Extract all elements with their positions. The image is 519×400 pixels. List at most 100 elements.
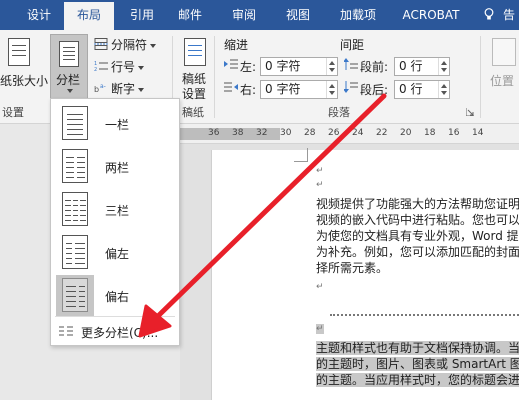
line-numbers-icon: 12 bbox=[94, 61, 108, 72]
indent-right-value: 0 字符 bbox=[265, 82, 301, 96]
ruler-number: 30 bbox=[280, 128, 292, 138]
selected-paragraph[interactable]: 主题和样式也有助于文档保持协调。当 的主题时，图片、图表或 SmartArt 图… bbox=[316, 340, 519, 388]
breaks-label: 分隔符 bbox=[111, 38, 148, 52]
tab-acrobat[interactable]: ACROBAT bbox=[396, 0, 466, 30]
hyphenation-button[interactable]: 断字 bbox=[111, 80, 145, 97]
spacing-header: 间距 bbox=[340, 38, 365, 52]
paper-size-icon bbox=[8, 38, 30, 66]
horizontal-ruler[interactable]: 36 38 32 30 28 26 24 22 20 18 16 14 bbox=[180, 124, 519, 144]
right-column-icon bbox=[62, 278, 88, 312]
tab-layout[interactable]: 布局 bbox=[64, 2, 114, 30]
indent-header: 缩进 bbox=[224, 38, 249, 52]
columns-dropdown-arrow bbox=[67, 89, 73, 93]
indent-right-icon bbox=[224, 82, 238, 92]
paper-size-label: 纸张大小 bbox=[0, 74, 49, 88]
columns-menu: 一栏 两栏 三栏 偏左 偏右 更多分栏(C)... bbox=[50, 98, 180, 346]
text-line: 择所需元素。 bbox=[316, 261, 389, 275]
menu-item-three-columns[interactable]: 三栏 bbox=[51, 189, 179, 230]
ruler-number: 32 bbox=[256, 128, 268, 138]
spacing-after-value: 0 行 bbox=[399, 82, 423, 96]
paragraph-mark: ↵ bbox=[316, 180, 324, 190]
spacing-before-spinner[interactable] bbox=[438, 58, 449, 75]
text-line: 视频的嵌入代码中进行粘贴。您也可以 bbox=[316, 213, 519, 227]
indent-left-input[interactable]: 0 字符 bbox=[260, 57, 338, 76]
ruler-number: 18 bbox=[424, 128, 436, 138]
document-paragraph[interactable]: 视频提供了功能强大的方法帮助您证明 视频的嵌入代码中进行粘贴。您也可以 为使您的… bbox=[316, 196, 519, 276]
tab-addins[interactable]: 加载项 bbox=[330, 0, 386, 30]
text-line: 为补充。例如，您可以添加匹配的封面 bbox=[316, 245, 519, 259]
draft-group-label: 稿纸 bbox=[182, 106, 204, 119]
margin-corner-mark bbox=[294, 148, 308, 162]
text-line: 为使您的文档具有专业外观，Word 提 bbox=[316, 229, 519, 243]
paragraph-mark: ↵ bbox=[316, 282, 324, 292]
menu-item-two-columns[interactable]: 两栏 bbox=[51, 146, 179, 187]
indent-right-spinner[interactable] bbox=[326, 81, 337, 98]
tab-review[interactable]: 审阅 bbox=[222, 0, 266, 30]
more-columns-label: 更多分栏(C)... bbox=[81, 326, 159, 340]
setup-group-label: 设置 bbox=[2, 106, 24, 119]
menu-divider bbox=[55, 316, 175, 317]
text-line: 的主题时，图片、图表或 SmartArt 图 bbox=[316, 357, 519, 371]
tab-mailings[interactable]: 邮件 bbox=[170, 0, 210, 30]
text-line: 视频提供了功能强大的方法帮助您证明 bbox=[316, 197, 519, 211]
menu-item-left[interactable]: 偏左 bbox=[51, 232, 179, 273]
hyphenation-icon: b a- bbox=[94, 83, 106, 94]
spacing-after-spinner[interactable] bbox=[438, 81, 449, 98]
line-numbers-button[interactable]: 行号 bbox=[111, 58, 145, 75]
spacing-after-label: 段后: bbox=[360, 83, 389, 97]
columns-label: 分栏 bbox=[56, 73, 81, 87]
ruler-number: 36 bbox=[208, 128, 220, 138]
spacing-before-icon bbox=[344, 58, 358, 70]
lightbulb-icon[interactable] bbox=[484, 8, 494, 21]
columns-icon bbox=[59, 41, 79, 67]
one-column-icon bbox=[62, 106, 88, 140]
draft-paper-icon bbox=[184, 38, 206, 66]
position-icon bbox=[492, 38, 516, 66]
dialog-launcher-icon[interactable] bbox=[466, 108, 474, 116]
ruler-number: 38 bbox=[232, 128, 244, 138]
text-line: 的主题。当应用样式时，您的标题会进 bbox=[316, 373, 519, 387]
menu-item-one-column[interactable]: 一栏 bbox=[51, 103, 179, 144]
tab-tell-me[interactable]: 告 bbox=[498, 0, 519, 30]
spacing-after-input[interactable]: 0 行 bbox=[394, 80, 450, 99]
columns-button[interactable]: 分栏 bbox=[50, 34, 88, 102]
indent-left-icon bbox=[224, 59, 238, 69]
breaks-button[interactable]: 分隔符 bbox=[111, 36, 157, 53]
spacing-before-label: 段前: bbox=[360, 60, 389, 74]
ruler-number: 28 bbox=[304, 128, 316, 138]
tab-references[interactable]: 引用 bbox=[122, 0, 162, 30]
indent-left-value: 0 字符 bbox=[265, 59, 301, 73]
position-label: 位置 bbox=[490, 74, 515, 88]
paragraph-group-label: 段落 bbox=[328, 106, 350, 119]
svg-text:2: 2 bbox=[94, 67, 97, 72]
ruler-number: 14 bbox=[472, 128, 484, 138]
three-columns-icon bbox=[62, 192, 88, 226]
indent-right-input[interactable]: 0 字符 bbox=[260, 80, 338, 99]
spacing-before-input[interactable]: 0 行 bbox=[394, 57, 450, 76]
draft-paper-label-2[interactable]: 设置 bbox=[182, 85, 206, 102]
more-columns-icon bbox=[59, 326, 73, 336]
menu-item-label: 两栏 bbox=[105, 161, 130, 175]
column-section-break bbox=[330, 314, 519, 316]
group-divider bbox=[480, 36, 481, 118]
ruler-number: 20 bbox=[400, 128, 412, 138]
svg-text:a-: a- bbox=[100, 83, 106, 90]
indent-left-spinner[interactable] bbox=[326, 58, 337, 75]
ruler-number: 26 bbox=[328, 128, 340, 138]
line-numbers-label: 行号 bbox=[111, 60, 136, 74]
indent-left-label: 左: bbox=[240, 60, 257, 74]
paper-size-button[interactable]: 纸张大小 bbox=[0, 72, 58, 89]
group-divider bbox=[214, 36, 215, 118]
paragraph-mark: ↵ bbox=[316, 324, 324, 334]
svg-text:b: b bbox=[94, 85, 99, 94]
ruler-number: 22 bbox=[376, 128, 388, 138]
breaks-icon bbox=[94, 38, 108, 50]
position-button[interactable]: 位置 bbox=[490, 72, 514, 89]
tab-view[interactable]: 视图 bbox=[276, 0, 320, 30]
paragraph-mark: ↵ bbox=[316, 166, 324, 176]
more-columns-menu-item[interactable]: 更多分栏(C)... bbox=[55, 321, 175, 341]
ruler-number: 16 bbox=[448, 128, 460, 138]
tab-design[interactable]: 设计 bbox=[20, 0, 58, 30]
menu-item-right[interactable]: 偏右 bbox=[51, 275, 179, 316]
menu-item-label: 三栏 bbox=[105, 204, 130, 218]
